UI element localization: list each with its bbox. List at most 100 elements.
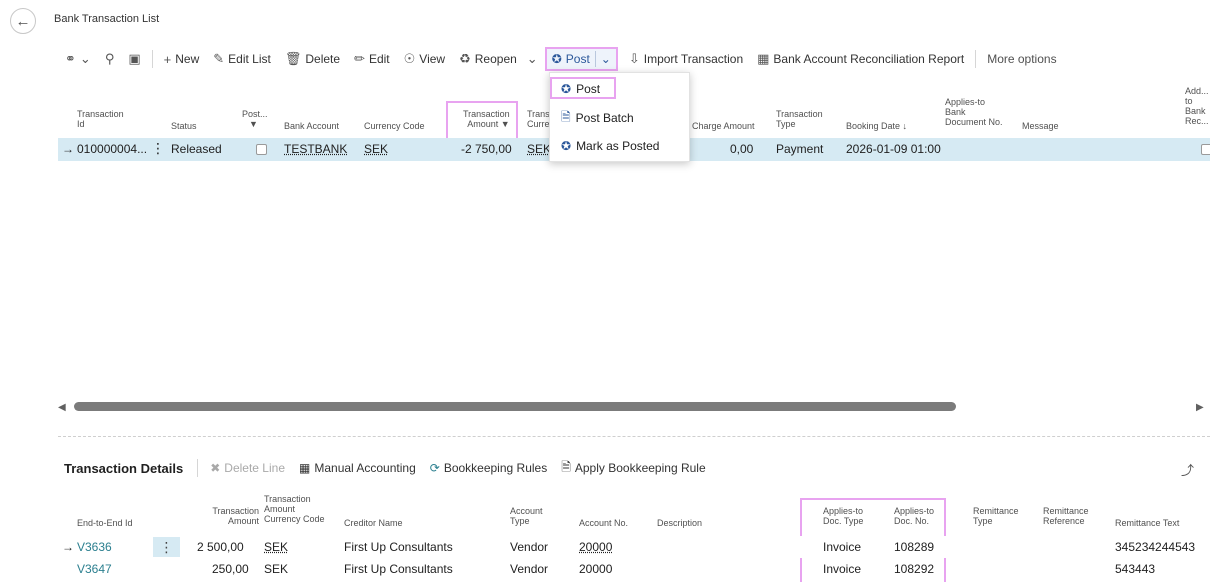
scroll-right-arrow[interactable]: ▶ [1196, 402, 1204, 413]
more-options-button[interactable]: More options [980, 46, 1063, 72]
delete-button[interactable]: 🗑 Delete [278, 46, 347, 72]
header-message[interactable]: Message [1022, 121, 1059, 131]
toolbar-divider [151, 50, 153, 68]
filter-pane-button[interactable]: ▣ [121, 46, 147, 72]
header-status[interactable]: Status [171, 121, 197, 131]
manual-accounting-label: Manual Accounting [314, 461, 416, 475]
header-detail-currency-line3: Currency Code [264, 514, 325, 524]
cell-account-no[interactable]: 20000 [579, 540, 612, 554]
header-remittance-reference[interactable]: Remittance Reference [1043, 506, 1089, 526]
search-button[interactable]: ⚲ [98, 46, 122, 72]
cell-bank-account[interactable]: TESTBANK [284, 142, 347, 156]
header-detail-amount[interactable]: Transaction Amount [202, 506, 259, 526]
header-applies-to-line2: Bank [945, 107, 966, 117]
menu-item-post-batch-label: Post Batch [575, 111, 634, 125]
analysis-icon: ⚭ [65, 51, 76, 66]
header-applies-to-line3: Document No. [945, 117, 1003, 127]
edit-button[interactable]: ✏ Edit [347, 46, 397, 72]
cell-detail-currency[interactable]: SEK [264, 540, 288, 554]
header-currency-code[interactable]: Currency Code [364, 121, 425, 131]
header-detail-currency-line1: Transaction [264, 494, 311, 504]
header-bank-account[interactable]: Bank Account [284, 121, 339, 131]
header-account-type[interactable]: Account Type [510, 506, 543, 526]
reopen-button[interactable]: ♻ Reopen [452, 46, 524, 72]
cell-transaction-amount: -2 750,00 [461, 142, 512, 156]
header-transaction-type-line1: Transaction [776, 109, 823, 119]
header-add-to-bank-rec[interactable]: Add... to Bank Rec... [1185, 86, 1209, 126]
post-chevron[interactable]: ⌄ [596, 49, 616, 69]
header-end-to-end-id[interactable]: End-to-End Id [77, 518, 133, 528]
details-divider [197, 459, 199, 477]
apply-bookkeeping-rule-label: Apply Bookkeeping Rule [574, 461, 706, 475]
manual-accounting-icon: ▦ [299, 461, 311, 475]
cell-account-no[interactable]: 20000 [579, 562, 612, 576]
scroll-left-arrow[interactable]: ◀ [58, 402, 66, 413]
header-charge-amount[interactable]: Charge Amount [692, 121, 755, 131]
delete-line-label: Delete Line [224, 461, 285, 475]
header-transaction-id[interactable]: Transaction Id [77, 109, 124, 129]
share-icon[interactable]: ⤴ [1181, 460, 1194, 479]
menu-item-mark-as-posted[interactable]: ✪ Mark as Posted [550, 134, 689, 158]
post-dropdown-menu: ✪ Post 🗎 Post Batch ✪ Mark as Posted [549, 72, 690, 162]
header-trans-curr-line2: Curre [527, 119, 550, 129]
row-actions-dots[interactable]: ⋮ [151, 140, 165, 157]
bookkeeping-rules-button[interactable]: ⟳ Bookkeeping Rules [430, 461, 561, 475]
bookkeeping-rules-label: Bookkeeping Rules [443, 461, 548, 475]
header-doc-no-line1: Applies-to [894, 506, 935, 516]
cell-account-type: Vendor [510, 562, 549, 576]
reopen-label: Reopen [474, 52, 517, 66]
cell-detail-currency[interactable]: SEK [264, 562, 288, 576]
back-button[interactable]: ← [10, 8, 36, 34]
header-account-no[interactable]: Account No. [579, 518, 628, 528]
cell-currency-code[interactable]: SEK [364, 142, 388, 156]
header-applies-to-doc-no[interactable]: Applies-to Doc. No. [894, 506, 934, 526]
new-button[interactable]: + New [157, 46, 207, 72]
header-remittance-reference-line1: Remittance [1043, 506, 1089, 516]
header-trans-curr-line1: Trans [527, 109, 550, 119]
edit-list-label: Edit List [228, 52, 271, 66]
horizontal-scrollbar[interactable] [74, 402, 956, 411]
page-title: Bank Transaction List [54, 13, 160, 25]
header-detail-currency[interactable]: Transaction Amount Currency Code [264, 494, 325, 524]
row-arrow-icon: → [62, 540, 74, 554]
cell-creditor-name: First Up Consultants [344, 540, 453, 554]
row-actions-dots[interactable]: ⋮ [153, 537, 180, 557]
action-toolbar: ⚭ ⌄ ⚲ ▣ + New ✎ Edit List 🗑 Delete ✏ Edit ☉ Vi… [58, 46, 1064, 72]
cell-posted-checkbox[interactable] [256, 144, 267, 155]
header-applies-to-doc-type[interactable]: Applies-to Doc. Type [823, 506, 863, 526]
menu-item-post-batch[interactable]: 🗎 Post Batch [550, 106, 689, 130]
cell-transaction-id[interactable]: 010000004... [77, 142, 147, 156]
reopen-chevron[interactable]: ⌄ [524, 46, 541, 72]
cell-end-to-end-id[interactable]: V3636 [77, 540, 112, 554]
bank-account-recon-report-button[interactable]: ▦ Bank Account Reconciliation Report [750, 46, 971, 72]
header-transaction-amount[interactable]: Transaction Amount ▼ [463, 109, 510, 129]
view-button[interactable]: ☉ View [397, 46, 452, 72]
header-booking-date[interactable]: Booking Date ↓ [846, 121, 907, 131]
analysis-mode-button[interactable]: ⚭ ⌄ [58, 46, 98, 72]
header-transaction-currency[interactable]: Trans Curre [527, 109, 550, 129]
post-button[interactable]: ✪ Post [547, 49, 595, 69]
reopen-icon: ♻ [459, 51, 471, 66]
cell-add-to-bank-rec-checkbox[interactable] [1201, 144, 1210, 155]
cell-end-to-end-id[interactable]: V3647 [77, 562, 112, 576]
header-transaction-type[interactable]: Transaction Type [776, 109, 823, 129]
header-add-line2: to [1185, 96, 1193, 106]
delete-label: Delete [305, 52, 341, 66]
edit-list-button[interactable]: ✎ Edit List [206, 46, 278, 72]
import-transaction-button[interactable]: ⇩ Import Transaction [622, 46, 750, 72]
menu-item-post[interactable]: ✪ Post [550, 77, 689, 101]
manual-accounting-button[interactable]: ▦ Manual Accounting [299, 461, 430, 475]
header-remittance-type[interactable]: Remittance Type [973, 506, 1019, 526]
cell-doc-no: 108292 [894, 562, 935, 576]
header-applies-to-bank-doc[interactable]: Applies-to Bank Document No. [945, 97, 1003, 127]
details-title: Transaction Details [64, 460, 184, 476]
header-creditor-name[interactable]: Creditor Name [344, 518, 403, 528]
cell-transaction-currency[interactable]: SEK [527, 142, 551, 156]
apply-bookkeeping-rule-button[interactable]: 🗎 Apply Bookkeeping Rule [561, 458, 719, 479]
header-remittance-text[interactable]: Remittance Text [1115, 518, 1179, 528]
toolbar-divider [975, 50, 977, 68]
delete-line-button[interactable]: ✖ Delete Line [210, 461, 299, 475]
cell-status: Released [171, 142, 222, 156]
header-description[interactable]: Description [657, 518, 702, 528]
header-posted[interactable]: Post... ▼ [242, 109, 268, 129]
